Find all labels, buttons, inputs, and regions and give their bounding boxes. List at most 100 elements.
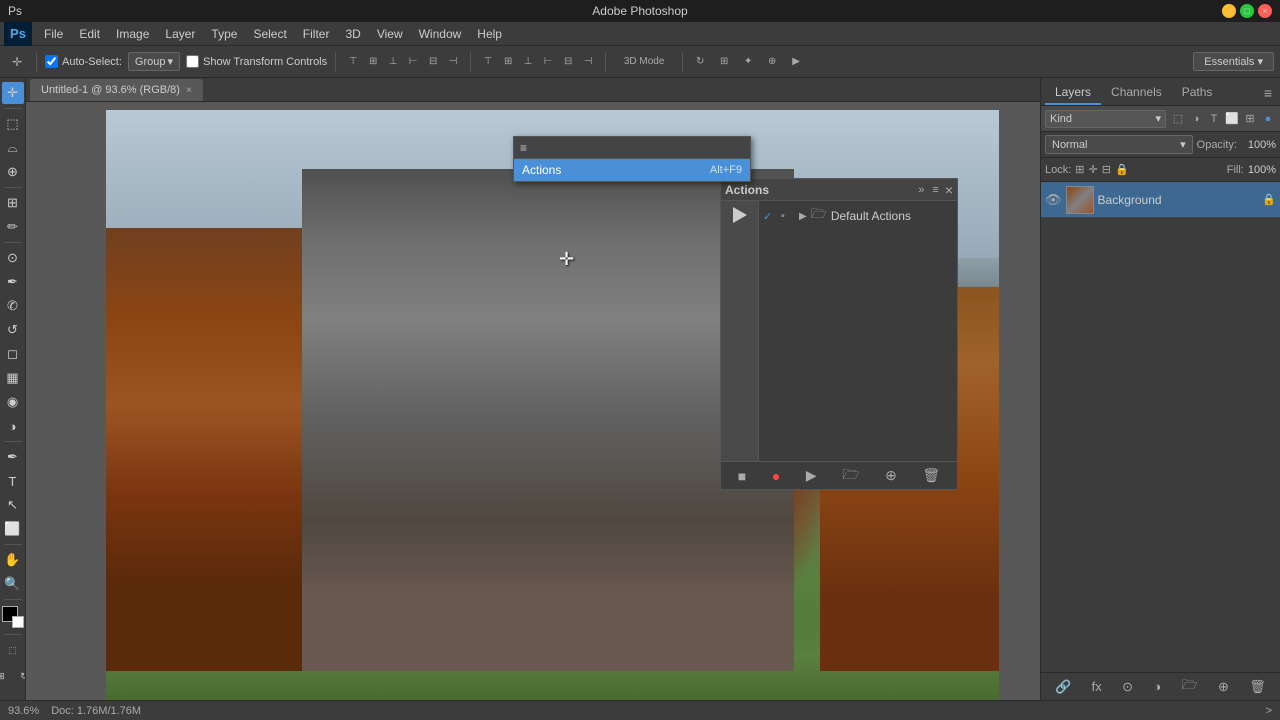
actions-delete-btn[interactable]: 🗑 [918,465,944,486]
path-select-tool[interactable]: ↖ [2,494,24,516]
dodge-tool[interactable]: ◑ [2,415,24,437]
shape-tool[interactable]: ⬜ [2,518,24,540]
document-tab[interactable]: Untitled-1 @ 93.6% (RGB/8) × [30,79,203,101]
menu-file[interactable]: File [36,25,71,43]
menu-layer[interactable]: Layer [157,25,203,43]
crop-tool[interactable]: ⊞ [2,192,24,214]
blend-mode-dropdown[interactable]: Normal ▾ [1045,135,1193,154]
actions-new-set-btn[interactable]: 🗁 [838,462,863,490]
menu-help[interactable]: Help [469,25,510,43]
screen-mode-button[interactable]: ⊞ [0,665,12,687]
actions-record-btn[interactable]: ● [768,466,784,486]
lock-position-icon[interactable]: ✛ [1089,163,1098,176]
ruler-icon[interactable]: ⊕ [763,53,781,71]
status-more-arrow[interactable]: > [1266,705,1272,717]
new-layer-icon[interactable]: ⊕ [1214,677,1233,697]
text-tool[interactable]: T [2,470,24,492]
filter-shape-icon[interactable]: ⬜ [1224,111,1240,127]
move-tool[interactable]: ✛ [2,82,24,104]
align-vcenter-icon[interactable]: ⊞ [364,53,382,71]
dist-right-icon[interactable]: ⊣ [579,53,597,71]
dist-left-icon[interactable]: ⊢ [539,53,557,71]
layer-visibility-icon[interactable]: 👁 [1045,192,1062,208]
menu-image[interactable]: Image [108,25,157,43]
link-layers-icon[interactable]: 🔗 [1051,677,1075,697]
dist-top-icon[interactable]: ⊤ [479,53,497,71]
align-hcenter-icon[interactable]: ⊟ [424,53,442,71]
layer-kind-dropdown[interactable]: Kind ▾ [1045,110,1166,128]
history-brush-tool[interactable]: ↺ [2,319,24,341]
auto-select-dropdown[interactable]: Group ▾ [128,52,180,71]
layer-item[interactable]: 👁 Background 🔒 [1041,182,1280,218]
minimize-button[interactable]: − [1222,4,1236,18]
rotate-icon[interactable]: ↻ [691,53,709,71]
align-right-icon[interactable]: ⊣ [444,53,462,71]
layer-style-icon[interactable]: fx [1088,677,1106,696]
filter-pixel-icon[interactable]: ⬚ [1170,111,1186,127]
actions-play-btn2[interactable]: ▶ [802,465,821,486]
menu-edit[interactable]: Edit [71,25,108,43]
lock-pixels-icon[interactable]: ⊞ [1075,163,1084,176]
filter-smart-icon[interactable]: ⊞ [1242,111,1258,127]
auto-select-input[interactable] [45,55,58,68]
menu-window[interactable]: Window [411,25,470,43]
transform-icon[interactable]: ⊞ [715,53,733,71]
lasso-tool[interactable]: ⌓ [2,137,24,159]
actions-new-action-btn[interactable]: ⊕ [881,465,901,486]
menu-3d[interactable]: 3D [337,25,368,43]
clone-stamp-tool[interactable]: ✆ [2,295,24,317]
gradient-tool[interactable]: ▦ [2,367,24,389]
default-actions-row[interactable]: ✓ ▪ ▶ 🗁 Default Actions [759,205,957,227]
essentials-button[interactable]: Essentials ▾ [1193,52,1274,71]
opacity-value[interactable]: 100% [1241,139,1276,151]
filter-type-icon[interactable]: T [1206,111,1222,127]
tab-paths[interactable]: Paths [1172,81,1223,105]
align-top-icon[interactable]: ⊤ [344,53,362,71]
selection-tool[interactable]: ⬚ [2,113,24,135]
show-transform-input[interactable] [186,55,199,68]
3d-mode-icon[interactable]: 3D Mode [614,53,674,71]
menu-filter[interactable]: Filter [295,25,338,43]
spot-healing-tool[interactable]: ⊙ [2,247,24,269]
maximize-button[interactable]: □ [1240,4,1254,18]
actions-menu-item[interactable]: Actions Alt+F9 [514,159,750,181]
play-triangle-icon[interactable] [733,207,747,223]
color-swatch-group[interactable] [2,606,24,628]
new-adjustment-icon[interactable]: ◑ [1149,677,1165,696]
actions-close-btn[interactable]: × [945,183,953,197]
tab-layers[interactable]: Layers [1045,81,1101,105]
menu-view[interactable]: View [369,25,411,43]
tab-channels[interactable]: Channels [1101,81,1172,105]
dist-bottom-icon[interactable]: ⊥ [519,53,537,71]
document-close-icon[interactable]: × [186,85,192,96]
dist-vcenter-icon[interactable]: ⊞ [499,53,517,71]
close-button[interactable]: × [1258,4,1272,18]
new-group-icon[interactable]: 🗁 [1178,674,1202,700]
show-transform-checkbox[interactable]: Show Transform Controls [186,55,327,68]
lock-artboard-icon[interactable]: ⊟ [1102,163,1111,176]
delete-layer-icon[interactable]: 🗑 [1245,677,1270,697]
video-icon[interactable]: ▶ [787,53,805,71]
move-tool-icon[interactable]: ✛ [6,51,28,73]
auto-select-checkbox[interactable]: Auto-Select: [45,55,122,68]
lock-all-icon[interactable]: 🔒 [1115,163,1129,176]
background-color[interactable] [12,616,24,628]
align-bottom-icon[interactable]: ⊥ [384,53,402,71]
actions-stop-btn[interactable]: ■ [734,466,750,486]
filter-toggle-icon[interactable]: ● [1260,111,1276,127]
dist-hcenter-icon[interactable]: ⊟ [559,53,577,71]
menu-type[interactable]: Type [203,25,245,43]
panel-menu-icon[interactable]: ≡ [1260,81,1276,105]
quick-select-tool[interactable]: ⊕ [2,161,24,183]
align-left-icon[interactable]: ⊢ [404,53,422,71]
eraser-tool[interactable]: ◻ [2,343,24,365]
actions-menu-btn[interactable]: ≡ [930,184,940,196]
quick-mask-button[interactable]: ⬚ [2,639,24,661]
actions-play-button[interactable] [721,201,759,461]
blur-tool[interactable]: ◉ [2,391,24,413]
menu-select[interactable]: Select [245,25,294,43]
filter-adjustment-icon[interactable]: ◑ [1188,111,1204,127]
zoom-tool[interactable]: 🔍 [2,573,24,595]
add-mask-icon[interactable]: ⊙ [1118,677,1137,697]
hand-tool[interactable]: ✋ [2,549,24,571]
